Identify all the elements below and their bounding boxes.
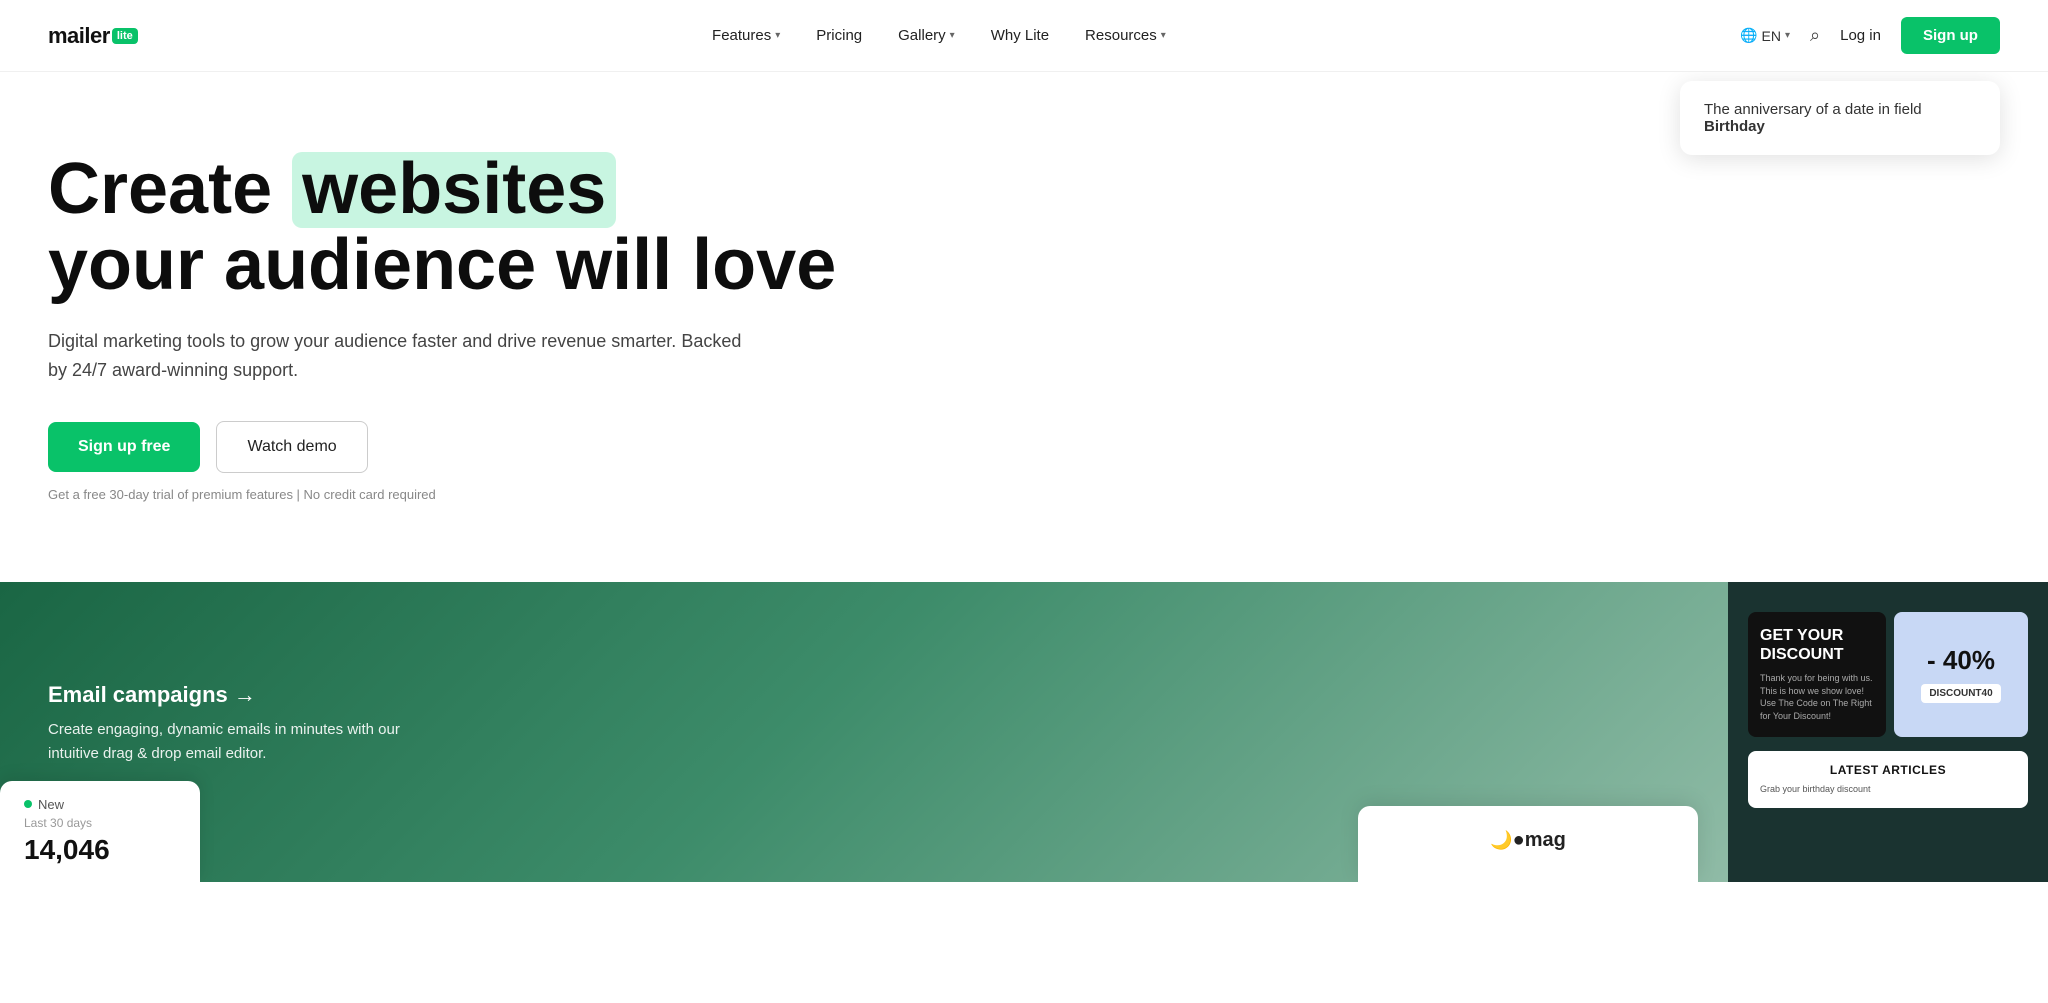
latest-articles-body: Grab your birthday discount bbox=[1760, 783, 2016, 797]
nav-resources[interactable]: Resources ▾ bbox=[1085, 27, 1166, 44]
latest-articles: LATEST ARTICLES Grab your birthday disco… bbox=[1748, 751, 2028, 809]
watch-demo-button[interactable]: Watch demo bbox=[216, 421, 367, 473]
badge-status: New bbox=[24, 797, 176, 812]
nav-right: 🌐 EN ▾ ⌕ Log in Sign up bbox=[1740, 17, 2000, 54]
search-icon[interactable]: ⌕ bbox=[1810, 25, 1820, 46]
discount-dark-card: GET YOUR DISCOUNT Thank you for being wi… bbox=[1748, 612, 1886, 737]
email-campaigns-title: Email campaigns → bbox=[48, 682, 452, 708]
discount-row: GET YOUR DISCOUNT Thank you for being wi… bbox=[1748, 612, 2028, 737]
hero-section: Create websites your audience will love … bbox=[0, 72, 2048, 502]
signup-button[interactable]: Sign up bbox=[1901, 17, 2000, 54]
subscribers-badge: New Last 30 days 14,046 bbox=[0, 781, 200, 882]
badge-period: Last 30 days bbox=[24, 816, 176, 830]
nav-gallery[interactable]: Gallery ▾ bbox=[898, 27, 955, 44]
right-panel: GET YOUR DISCOUNT Thank you for being wi… bbox=[1728, 582, 2048, 882]
globe-icon: 🌐 bbox=[1740, 27, 1757, 44]
anniversary-card: The anniversary of a date in field Birth… bbox=[1680, 81, 2000, 155]
chevron-down-icon: ▾ bbox=[950, 30, 955, 41]
chevron-down-icon: ▾ bbox=[1161, 30, 1166, 41]
discount-light-card: - 40% DISCOUNT40 bbox=[1894, 612, 2028, 737]
email-logo: 🌙●mag bbox=[1378, 826, 1678, 852]
navbar: mailerlite Features ▾ Pricing Gallery ▾ … bbox=[0, 0, 2048, 72]
hero-subtitle: Digital marketing tools to grow your aud… bbox=[48, 327, 748, 385]
main-visual: Email campaigns → Create engaging, dynam… bbox=[0, 582, 2048, 882]
email-preview: 🌙●mag bbox=[1358, 806, 1698, 882]
discount-title: GET YOUR DISCOUNT bbox=[1760, 626, 1874, 664]
discount-code: DISCOUNT40 bbox=[1921, 684, 2000, 703]
status-dot bbox=[24, 800, 32, 808]
language-selector[interactable]: 🌐 EN ▾ bbox=[1740, 27, 1790, 44]
nav-links: Features ▾ Pricing Gallery ▾ Why Lite Re… bbox=[712, 27, 1166, 44]
nav-features[interactable]: Features ▾ bbox=[712, 27, 780, 44]
birthday-field: Birthday bbox=[1704, 118, 1765, 135]
email-campaigns-description: Create engaging, dynamic emails in minut… bbox=[48, 718, 452, 766]
chevron-down-icon: ▾ bbox=[775, 30, 780, 41]
login-button[interactable]: Log in bbox=[1840, 27, 1881, 44]
logo-badge: lite bbox=[112, 28, 138, 44]
logo-text: mailer bbox=[48, 23, 110, 49]
hero-buttons: Sign up free Watch demo bbox=[48, 421, 852, 473]
main-visual-area: Email campaigns → Create engaging, dynam… bbox=[0, 582, 2048, 882]
chevron-down-icon: ▾ bbox=[1785, 30, 1790, 41]
latest-articles-title: LATEST ARTICLES bbox=[1760, 763, 2016, 777]
signup-free-button[interactable]: Sign up free bbox=[48, 422, 200, 472]
nav-pricing[interactable]: Pricing bbox=[816, 27, 862, 44]
hero-title: Create websites your audience will love bbox=[48, 152, 852, 303]
hero-highlight: websites bbox=[292, 152, 616, 228]
nav-why-lite[interactable]: Why Lite bbox=[991, 27, 1049, 44]
logo[interactable]: mailerlite bbox=[48, 23, 138, 49]
discount-body: Thank you for being with us. This is how… bbox=[1760, 672, 1874, 722]
badge-count: 14,046 bbox=[24, 834, 176, 866]
hero-note: Get a free 30-day trial of premium featu… bbox=[48, 487, 852, 502]
discount-percentage: - 40% bbox=[1927, 645, 1995, 676]
